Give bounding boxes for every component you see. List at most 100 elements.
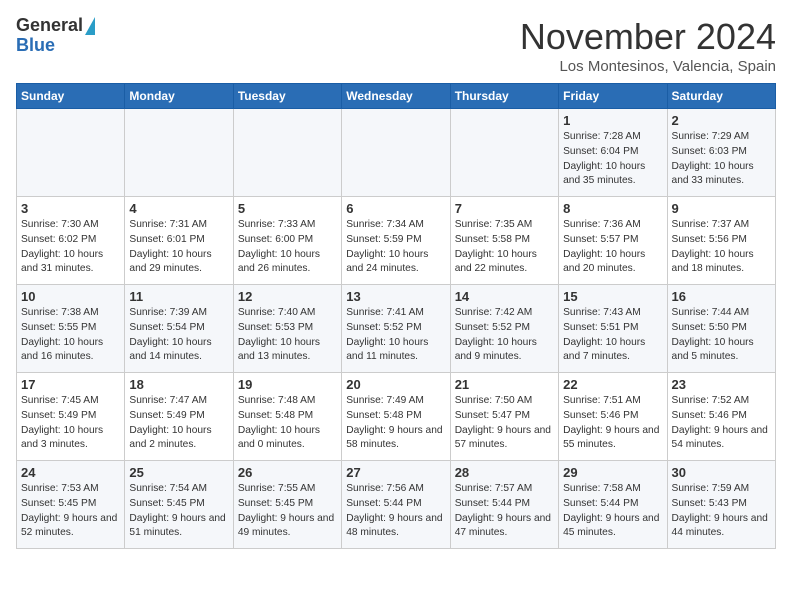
day-info: Sunrise: 7:31 AM Sunset: 6:01 PM Dayligh… — [129, 218, 228, 277]
day-number: 28 — [455, 465, 554, 480]
day-number: 6 — [346, 201, 445, 216]
day-number: 14 — [455, 289, 554, 304]
logo: General Blue — [16, 16, 95, 56]
day-info: Sunrise: 7:58 AM Sunset: 5:44 PM Dayligh… — [563, 482, 662, 541]
column-header-monday: Monday — [125, 84, 233, 109]
day-info: Sunrise: 7:33 AM Sunset: 6:00 PM Dayligh… — [238, 218, 337, 277]
logo-blue: Blue — [16, 36, 55, 56]
day-info: Sunrise: 7:30 AM Sunset: 6:02 PM Dayligh… — [21, 218, 120, 277]
title-block: November 2024 Los Montesinos, Valencia, … — [520, 16, 776, 75]
calendar-cell: 16 Sunrise: 7:44 AM Sunset: 5:50 PM Dayli… — [667, 285, 775, 373]
calendar-cell: 14 Sunrise: 7:42 AM Sunset: 5:52 PM Dayli… — [450, 285, 558, 373]
calendar-cell: 23 Sunrise: 7:52 AM Sunset: 5:46 PM Dayli… — [667, 373, 775, 461]
calendar-cell: 17 Sunrise: 7:45 AM Sunset: 5:49 PM Dayli… — [17, 373, 125, 461]
day-number: 16 — [672, 289, 771, 304]
calendar-cell: 25 Sunrise: 7:54 AM Sunset: 5:45 PM Dayli… — [125, 461, 233, 549]
day-number: 10 — [21, 289, 120, 304]
calendar-cell — [125, 109, 233, 197]
column-header-saturday: Saturday — [667, 84, 775, 109]
column-header-friday: Friday — [559, 84, 667, 109]
calendar-cell: 27 Sunrise: 7:56 AM Sunset: 5:44 PM Dayli… — [342, 461, 450, 549]
day-info: Sunrise: 7:44 AM Sunset: 5:50 PM Dayligh… — [672, 306, 771, 365]
calendar-cell: 28 Sunrise: 7:57 AM Sunset: 5:44 PM Dayli… — [450, 461, 558, 549]
calendar-cell: 3 Sunrise: 7:30 AM Sunset: 6:02 PM Daylig… — [17, 197, 125, 285]
day-number: 5 — [238, 201, 337, 216]
calendar-cell: 5 Sunrise: 7:33 AM Sunset: 6:00 PM Daylig… — [233, 197, 341, 285]
calendar-cell: 21Sunrise: 7:50 AM Sunset: 5:47 PM Dayli… — [450, 373, 558, 461]
day-info: Sunrise: 7:34 AM Sunset: 5:59 PM Dayligh… — [346, 218, 445, 277]
day-number: 27 — [346, 465, 445, 480]
day-info: Sunrise: 7:38 AM Sunset: 5:55 PM Dayligh… — [21, 306, 120, 365]
day-info: Sunrise: 7:54 AM Sunset: 5:45 PM Dayligh… — [129, 482, 228, 541]
day-number: 26 — [238, 465, 337, 480]
day-number: 24 — [21, 465, 120, 480]
logo-general: General — [16, 16, 83, 36]
calendar-week-5: 24 Sunrise: 7:53 AM Sunset: 5:45 PM Dayli… — [17, 461, 776, 549]
day-info: Sunrise: 7:41 AM Sunset: 5:52 PM Dayligh… — [346, 306, 445, 365]
calendar-week-4: 17 Sunrise: 7:45 AM Sunset: 5:49 PM Dayli… — [17, 373, 776, 461]
calendar-cell: 9Sunrise: 7:37 AM Sunset: 5:56 PM Daylig… — [667, 197, 775, 285]
day-info: Sunrise: 7:49 AM Sunset: 5:48 PM Dayligh… — [346, 394, 445, 453]
calendar-week-3: 10 Sunrise: 7:38 AM Sunset: 5:55 PM Dayli… — [17, 285, 776, 373]
day-number: 20 — [346, 377, 445, 392]
day-number: 22 — [563, 377, 662, 392]
location: Los Montesinos, Valencia, Spain — [520, 58, 776, 75]
day-number: 1 — [563, 113, 662, 128]
calendar-cell: 26Sunrise: 7:55 AM Sunset: 5:45 PM Dayli… — [233, 461, 341, 549]
day-info: Sunrise: 7:45 AM Sunset: 5:49 PM Dayligh… — [21, 394, 120, 453]
calendar-cell: 29 Sunrise: 7:58 AM Sunset: 5:44 PM Dayli… — [559, 461, 667, 549]
day-number: 11 — [129, 289, 228, 304]
page-header: General Blue November 2024 Los Montesino… — [16, 16, 776, 75]
calendar-cell: 30Sunrise: 7:59 AM Sunset: 5:43 PM Dayli… — [667, 461, 775, 549]
day-number: 13 — [346, 289, 445, 304]
logo-triangle-icon — [85, 17, 95, 35]
day-info: Sunrise: 7:29 AM Sunset: 6:03 PM Dayligh… — [672, 130, 771, 189]
calendar-week-2: 3 Sunrise: 7:30 AM Sunset: 6:02 PM Daylig… — [17, 197, 776, 285]
day-number: 29 — [563, 465, 662, 480]
calendar-cell: 15 Sunrise: 7:43 AM Sunset: 5:51 PM Dayli… — [559, 285, 667, 373]
calendar-cell: 1 Sunrise: 7:28 AM Sunset: 6:04 PM Daylig… — [559, 109, 667, 197]
day-number: 17 — [21, 377, 120, 392]
day-info: Sunrise: 7:57 AM Sunset: 5:44 PM Dayligh… — [455, 482, 554, 541]
calendar-body: 1 Sunrise: 7:28 AM Sunset: 6:04 PM Daylig… — [17, 109, 776, 549]
calendar-cell: 6 Sunrise: 7:34 AM Sunset: 5:59 PM Daylig… — [342, 197, 450, 285]
day-info: Sunrise: 7:56 AM Sunset: 5:44 PM Dayligh… — [346, 482, 445, 541]
day-info: Sunrise: 7:43 AM Sunset: 5:51 PM Dayligh… — [563, 306, 662, 365]
month-title: November 2024 — [520, 16, 776, 58]
day-info: Sunrise: 7:59 AM Sunset: 5:43 PM Dayligh… — [672, 482, 771, 541]
day-number: 7 — [455, 201, 554, 216]
day-number: 23 — [672, 377, 771, 392]
calendar-cell: 2Sunrise: 7:29 AM Sunset: 6:03 PM Daylig… — [667, 109, 775, 197]
calendar-cell — [342, 109, 450, 197]
calendar-cell: 13 Sunrise: 7:41 AM Sunset: 5:52 PM Dayli… — [342, 285, 450, 373]
calendar-header-row: SundayMondayTuesdayWednesdayThursdayFrid… — [17, 84, 776, 109]
day-number: 4 — [129, 201, 228, 216]
calendar-cell: 19Sunrise: 7:48 AM Sunset: 5:48 PM Dayli… — [233, 373, 341, 461]
calendar-cell: 11 Sunrise: 7:39 AM Sunset: 5:54 PM Dayli… — [125, 285, 233, 373]
calendar-cell: 10 Sunrise: 7:38 AM Sunset: 5:55 PM Dayli… — [17, 285, 125, 373]
day-number: 15 — [563, 289, 662, 304]
calendar-cell: 12Sunrise: 7:40 AM Sunset: 5:53 PM Dayli… — [233, 285, 341, 373]
day-number: 8 — [563, 201, 662, 216]
day-info: Sunrise: 7:53 AM Sunset: 5:45 PM Dayligh… — [21, 482, 120, 541]
calendar-cell — [17, 109, 125, 197]
day-number: 9 — [672, 201, 771, 216]
column-header-wednesday: Wednesday — [342, 84, 450, 109]
calendar-cell — [450, 109, 558, 197]
day-info: Sunrise: 7:39 AM Sunset: 5:54 PM Dayligh… — [129, 306, 228, 365]
calendar-cell: 4 Sunrise: 7:31 AM Sunset: 6:01 PM Daylig… — [125, 197, 233, 285]
day-info: Sunrise: 7:52 AM Sunset: 5:46 PM Dayligh… — [672, 394, 771, 453]
day-info: Sunrise: 7:47 AM Sunset: 5:49 PM Dayligh… — [129, 394, 228, 453]
day-info: Sunrise: 7:42 AM Sunset: 5:52 PM Dayligh… — [455, 306, 554, 365]
day-info: Sunrise: 7:28 AM Sunset: 6:04 PM Dayligh… — [563, 130, 662, 189]
calendar-cell: 7 Sunrise: 7:35 AM Sunset: 5:58 PM Daylig… — [450, 197, 558, 285]
calendar-cell — [233, 109, 341, 197]
day-number: 18 — [129, 377, 228, 392]
day-info: Sunrise: 7:36 AM Sunset: 5:57 PM Dayligh… — [563, 218, 662, 277]
calendar-cell: 18 Sunrise: 7:47 AM Sunset: 5:49 PM Dayli… — [125, 373, 233, 461]
day-number: 25 — [129, 465, 228, 480]
column-header-sunday: Sunday — [17, 84, 125, 109]
day-info: Sunrise: 7:48 AM Sunset: 5:48 PM Dayligh… — [238, 394, 337, 453]
day-info: Sunrise: 7:35 AM Sunset: 5:58 PM Dayligh… — [455, 218, 554, 277]
day-number: 3 — [21, 201, 120, 216]
